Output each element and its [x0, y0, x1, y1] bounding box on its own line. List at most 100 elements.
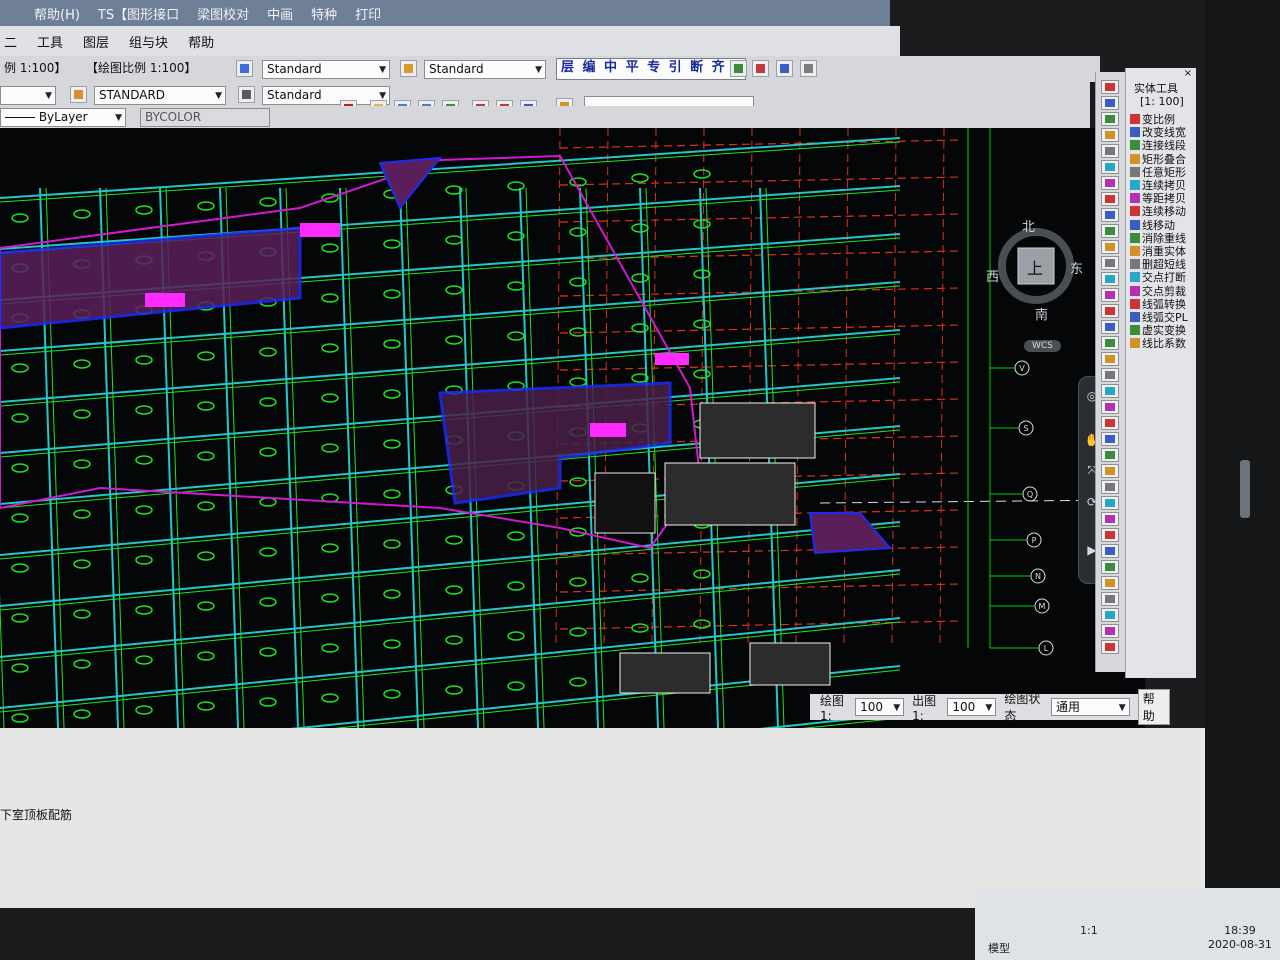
vertical-tool-button[interactable] — [1101, 80, 1119, 94]
menu-item-help[interactable]: 帮助(H) — [34, 4, 80, 23]
slab-label — [11, 213, 29, 223]
annotation-scale[interactable]: 1:1 — [1080, 924, 1098, 937]
vertical-tool-button[interactable] — [1101, 144, 1119, 158]
vertical-tool-button[interactable] — [1101, 160, 1119, 174]
palette-item-icon — [1130, 312, 1140, 322]
menu2-item-0[interactable]: 二 — [4, 32, 17, 51]
vertical-tool-button[interactable] — [1101, 608, 1119, 622]
vertical-tool-button[interactable] — [1101, 352, 1119, 366]
vertical-tool-button[interactable] — [1101, 288, 1119, 302]
vertical-tool-button[interactable] — [1101, 256, 1119, 270]
view-cube-compass[interactable]: 北 南 东 西 上 WCS — [986, 216, 1098, 352]
vertical-tool-button[interactable] — [1101, 480, 1119, 494]
vertical-tool-button[interactable] — [1101, 544, 1119, 558]
palette-item[interactable]: 消除重线 — [1130, 232, 1186, 245]
menu2-item-layers[interactable]: 图层 — [83, 32, 109, 51]
menu-item-ts[interactable]: TS【图形接口 — [98, 4, 179, 23]
vertical-tool-button[interactable] — [1101, 192, 1119, 206]
close-icon[interactable]: × — [1184, 68, 1192, 79]
palette-item[interactable]: 连续拷贝 — [1130, 180, 1186, 192]
palette-item[interactable]: 虚实变换 — [1130, 325, 1186, 337]
vertical-tool-button[interactable] — [1101, 448, 1119, 462]
menu-item-beam-check[interactable]: 梁图校对 — [197, 4, 249, 23]
vertical-tool-button[interactable] — [1101, 464, 1119, 478]
text-style-icon[interactable] — [236, 60, 253, 77]
layer-color-select[interactable]: ByLayer ▼ — [0, 108, 126, 127]
palette-item[interactable]: 消重实体 — [1130, 246, 1186, 258]
scrollbar-thumb[interactable] — [1240, 460, 1250, 518]
vertical-tool-button[interactable] — [1101, 512, 1119, 526]
palette-item[interactable]: 线移动 — [1130, 219, 1175, 232]
palette-item[interactable]: 线弧交PL — [1130, 312, 1188, 324]
grid-line — [939, 128, 945, 649]
scale-label-left: 例 1:100】 — [4, 61, 67, 75]
palette-item[interactable]: 任意矩形 — [1130, 166, 1186, 179]
vertical-tool-button[interactable] — [1101, 112, 1119, 126]
vertical-tool-button[interactable] — [1101, 128, 1119, 142]
palette-item[interactable]: 交点剪裁 — [1130, 285, 1186, 298]
vertical-tool-button[interactable] — [1101, 384, 1119, 398]
wcs-badge[interactable]: WCS — [1024, 340, 1061, 352]
edit-style-icon[interactable] — [238, 86, 255, 103]
vertical-tool-button[interactable] — [1101, 416, 1119, 430]
palette-item[interactable]: 交点打断 — [1130, 272, 1186, 284]
menu2-item-groups-blocks[interactable]: 组与块 — [129, 32, 168, 51]
menu2-item-help[interactable]: 帮助 — [188, 32, 214, 51]
vertical-tool-button[interactable] — [1101, 272, 1119, 286]
vertical-tool-button[interactable] — [1101, 96, 1119, 110]
help-button[interactable]: 帮助 — [1137, 689, 1171, 725]
palette-item-label: 改变线宽 — [1142, 126, 1186, 140]
tool-icon-d[interactable] — [800, 60, 817, 77]
menu-item-print[interactable]: 打印 — [355, 4, 381, 23]
palette-item[interactable]: 删超短线 — [1130, 259, 1186, 271]
palette-item[interactable]: 矩形叠合 — [1130, 153, 1186, 166]
vertical-tool-button[interactable] — [1101, 304, 1119, 318]
vertical-tool-button[interactable] — [1101, 576, 1119, 590]
vertical-tool-button[interactable] — [1101, 592, 1119, 606]
vertical-tool-button[interactable] — [1101, 208, 1119, 222]
standard-upper-select[interactable]: STANDARD ▼ — [94, 86, 226, 105]
menu2-item-tools[interactable]: 工具 — [37, 32, 63, 51]
draw-state-select[interactable]: 通用 ▼ — [1050, 698, 1130, 716]
tool-icon-c[interactable] — [776, 60, 793, 77]
text-style-select[interactable]: Standard ▼ — [262, 60, 390, 79]
command-area[interactable] — [0, 728, 1205, 908]
palette-item[interactable]: 连续移动 — [1130, 206, 1186, 218]
palette-item[interactable]: 线比系数 — [1130, 338, 1186, 350]
palette-item[interactable]: 等距拷贝 — [1130, 193, 1186, 205]
palette-item[interactable]: 变比例 — [1130, 114, 1175, 126]
dim-style-icon[interactable] — [400, 60, 417, 77]
vertical-tool-button[interactable] — [1101, 640, 1119, 654]
output-scale-select[interactable]: 100 ▼ — [947, 698, 997, 716]
linetype-select[interactable]: ▼ — [0, 86, 56, 105]
model-tab[interactable]: 模型 — [988, 940, 1010, 956]
palette-item[interactable]: 改变线宽 — [1130, 127, 1186, 139]
brush-icon[interactable] — [70, 86, 87, 103]
vertical-tool-button[interactable] — [1101, 368, 1119, 382]
palette-item[interactable]: 线弧转换 — [1130, 298, 1186, 311]
vertical-tool-button[interactable] — [1101, 320, 1119, 334]
vertical-tool-button[interactable] — [1101, 624, 1119, 638]
vertical-tool-button[interactable] — [1101, 240, 1119, 254]
draw-scale-select[interactable]: 100 ▼ — [855, 698, 905, 716]
chinese-tool-buttons[interactable]: 层 编 中 平 专 引 断 齐 — [556, 58, 746, 80]
vertical-tool-button[interactable] — [1101, 528, 1119, 542]
menu-item-draw[interactable]: 中画 — [267, 4, 293, 23]
vertical-tool-button[interactable] — [1101, 432, 1119, 446]
menu-item-special[interactable]: 特种 — [311, 4, 337, 23]
vertical-tool-button[interactable] — [1101, 224, 1119, 238]
vertical-tool-button[interactable] — [1101, 400, 1119, 414]
tool-icon — [1105, 291, 1115, 299]
plot-color-select[interactable]: BYCOLOR — [140, 108, 270, 127]
vertical-tool-button[interactable] — [1101, 336, 1119, 350]
vertical-tool-button[interactable] — [1101, 496, 1119, 510]
dim-style-select[interactable]: Standard ▼ — [424, 60, 546, 79]
tool-icon-b[interactable] — [752, 60, 769, 77]
tool-icon-a[interactable] — [730, 60, 747, 77]
grid-line — [559, 324, 961, 334]
tool-icon — [1105, 275, 1115, 283]
vertical-tool-button[interactable] — [1101, 560, 1119, 574]
vertical-tool-button[interactable] — [1101, 176, 1119, 190]
layout-tab[interactable]: 下室顶板配筋 — [0, 806, 72, 823]
palette-item[interactable]: 连接线段 — [1130, 140, 1186, 152]
